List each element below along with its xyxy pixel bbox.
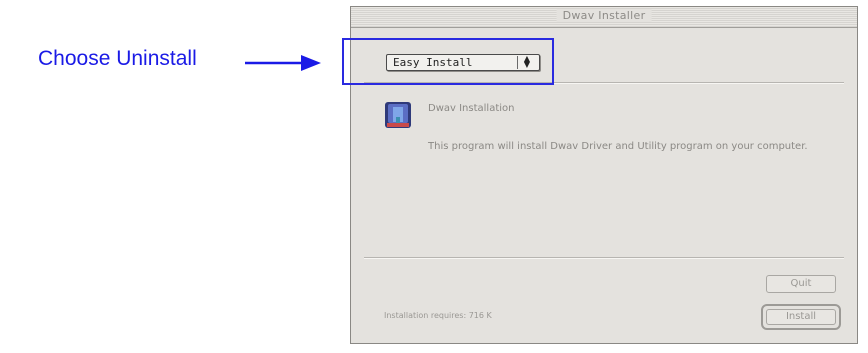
divider bbox=[364, 257, 844, 259]
window-title: Dwav Installer bbox=[556, 9, 652, 22]
annotation-highlight-box bbox=[342, 38, 554, 85]
annotation-arrow-icon bbox=[245, 55, 321, 71]
installer-app-icon bbox=[385, 102, 411, 128]
quit-button[interactable]: Quit bbox=[766, 275, 836, 293]
installation-description: This program will install Dwav Driver an… bbox=[428, 141, 808, 152]
disk-requirement-label: Installation requires: 716 K bbox=[384, 311, 492, 320]
install-button-frame: Install bbox=[761, 304, 841, 330]
annotation-label: Choose Uninstall bbox=[38, 47, 197, 70]
installation-heading: Dwav Installation bbox=[428, 103, 515, 114]
install-button[interactable]: Install bbox=[766, 309, 836, 325]
title-bar[interactable]: Dwav Installer bbox=[351, 7, 857, 28]
